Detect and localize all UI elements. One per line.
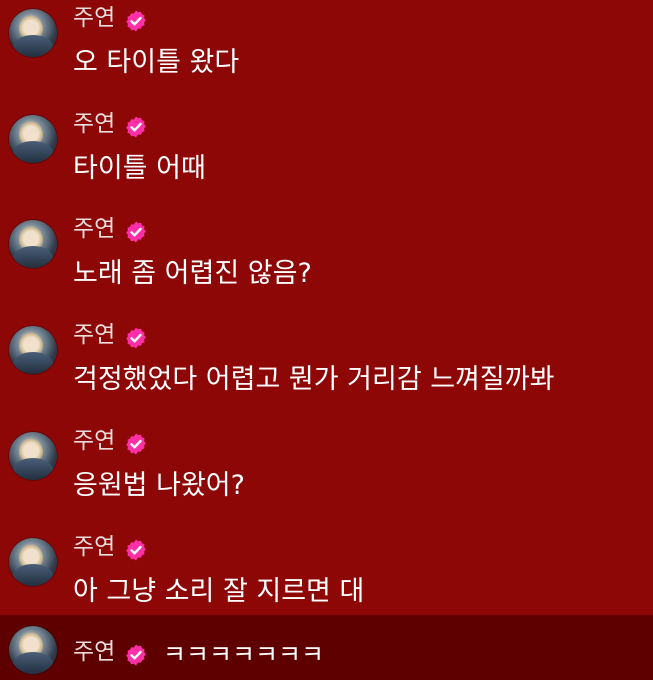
avatar[interactable] <box>9 220 57 268</box>
verified-badge-icon <box>126 10 146 32</box>
message-text: 아 그냥 소리 잘 지르면 대 <box>73 576 365 607</box>
verified-badge-icon <box>126 539 146 561</box>
verified-badge-icon <box>126 221 146 243</box>
avatar[interactable] <box>9 538 57 586</box>
avatar[interactable] <box>9 115 57 163</box>
chat-message-highlighted[interactable]: 주연 ㅋㅋㅋㅋㅋㅋㅋ <box>0 615 653 680</box>
chat-message[interactable]: 주연 오 타이틀 왔다 <box>0 0 653 105</box>
message-text: 걱정했었다 어렵고 뭔가 거리감 느껴질까봐 <box>73 364 555 395</box>
verified-badge-icon <box>126 327 146 349</box>
username: 주연 <box>73 534 116 560</box>
message-text: 응원법 나왔어? <box>73 470 245 501</box>
username: 주연 <box>73 322 116 348</box>
avatar[interactable] <box>9 9 57 57</box>
message-text: ㅋㅋㅋㅋㅋㅋㅋ <box>163 640 325 669</box>
avatar[interactable] <box>9 326 57 374</box>
verified-badge-icon <box>126 116 146 138</box>
chat-message[interactable]: 주연 노래 좀 어렵진 않음? <box>0 211 653 316</box>
verified-badge-icon <box>126 433 146 455</box>
username: 주연 <box>73 639 116 665</box>
message-text: 타이틀 어때 <box>73 153 206 184</box>
message-text: 오 타이틀 왔다 <box>73 47 240 78</box>
verified-badge-icon <box>126 644 146 666</box>
message-text: 노래 좀 어렵진 않음? <box>73 258 312 289</box>
chat-message[interactable]: 주연 타이틀 어때 <box>0 106 653 211</box>
username: 주연 <box>73 111 116 137</box>
chat-message[interactable]: 주연 걱정했었다 어렵고 뭔가 거리감 느껴질까봐 <box>0 317 653 422</box>
username: 주연 <box>73 5 116 31</box>
avatar[interactable] <box>9 432 57 480</box>
chat-feed: 주연 오 타이틀 왔다 주연 타이틀 어때 주연 노래 좀 어렵진 않음? 주연 <box>0 0 653 680</box>
username: 주연 <box>73 216 116 242</box>
username: 주연 <box>73 428 116 454</box>
avatar[interactable] <box>9 626 57 674</box>
chat-message[interactable]: 주연 응원법 나왔어? <box>0 423 653 528</box>
